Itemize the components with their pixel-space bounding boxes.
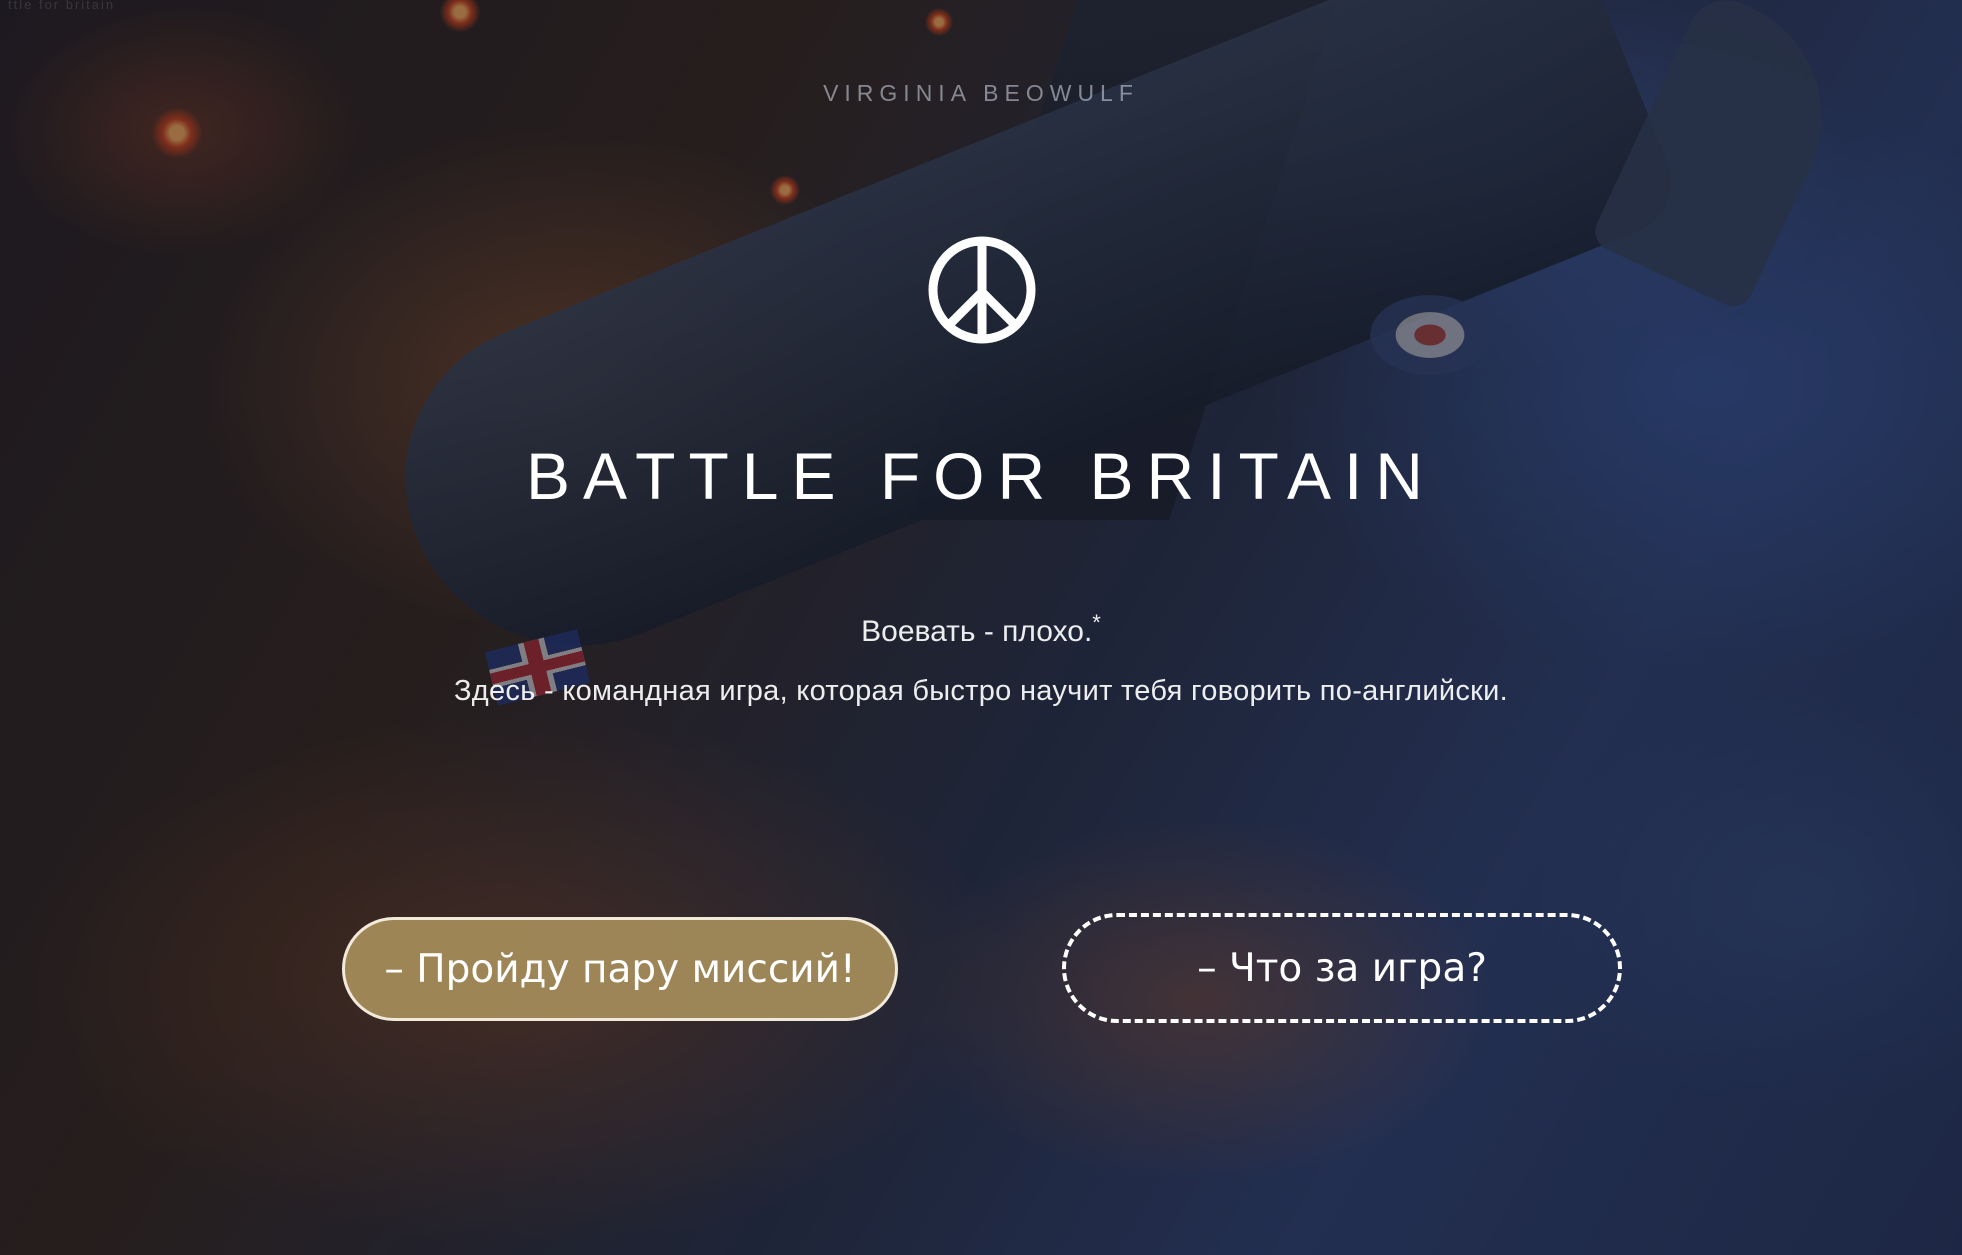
author-name: VIRGINIA BEOWULF [823,80,1139,106]
what-is-game-button[interactable]: – Что за игра? [1062,913,1622,1023]
page-title: BATTLE FOR BRITAIN [526,439,1436,513]
description: Здесь - командная игра, которая быстро н… [453,675,1509,707]
play-missions-button[interactable]: – Пройду пару миссий! [342,917,898,1021]
tagline: Воевать - плохо.* [0,610,1962,649]
tagline-text: Воевать - плохо. [861,615,1093,648]
landing-page: ttle for britain VIRGINIA BEOWULF BATTLE… [0,0,1962,1255]
faint-site-label: ttle for britain [8,0,116,12]
footnote-mark: * [1092,610,1101,635]
peace-symbol-icon [928,236,1036,344]
